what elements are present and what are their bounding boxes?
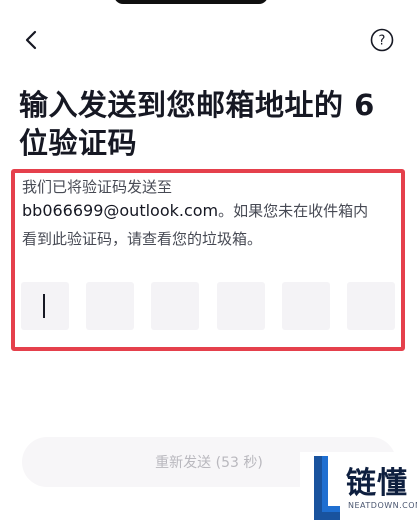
question-circle-icon: ? <box>370 28 394 52</box>
description-line-2: bb066699@outlook.com。如果您未在收件箱内 <box>22 200 368 221</box>
email-address: bb066699@outlook.com <box>22 201 219 220</box>
page-title-line-2: 位验证码 <box>19 126 138 160</box>
watermark-l-mark-icon <box>314 456 340 520</box>
watermark-domain: NEATDOWN.COM <box>348 501 417 510</box>
description-line-3: 看到此验证码，请查看您的垃圾箱。 <box>22 230 263 248</box>
description-line-2-suffix: 。如果您未在收件箱内 <box>218 202 369 220</box>
description-line-1: 我们已将验证码发送至 <box>22 178 173 196</box>
page-title-line-1: 输入发送到您邮箱地址的 6 <box>19 88 375 122</box>
text-caret <box>43 294 45 318</box>
help-button[interactable]: ? <box>369 27 395 53</box>
code-digit-box-3[interactable] <box>151 282 199 330</box>
watermark-logo: 链懂 NEATDOWN.COM <box>300 452 417 524</box>
watermark-brand: 链懂 <box>346 466 408 501</box>
code-digit-box-4[interactable] <box>217 282 265 330</box>
verify-email-screen: ? 输入发送到您邮箱地址的 6 位验证码 我们已将验证码发送至 bb066699… <box>0 0 417 524</box>
back-button[interactable] <box>18 27 44 53</box>
page-title: 输入发送到您邮箱地址的 6 位验证码 <box>19 86 404 162</box>
code-digit-box-2[interactable] <box>86 282 134 330</box>
chevron-left-icon <box>25 30 37 50</box>
code-digit-box-6[interactable] <box>347 282 395 330</box>
code-digit-box-1[interactable] <box>21 282 69 330</box>
status-bar-notch <box>114 0 268 4</box>
svg-text:?: ? <box>379 34 386 49</box>
code-digit-box-5[interactable] <box>282 282 330 330</box>
